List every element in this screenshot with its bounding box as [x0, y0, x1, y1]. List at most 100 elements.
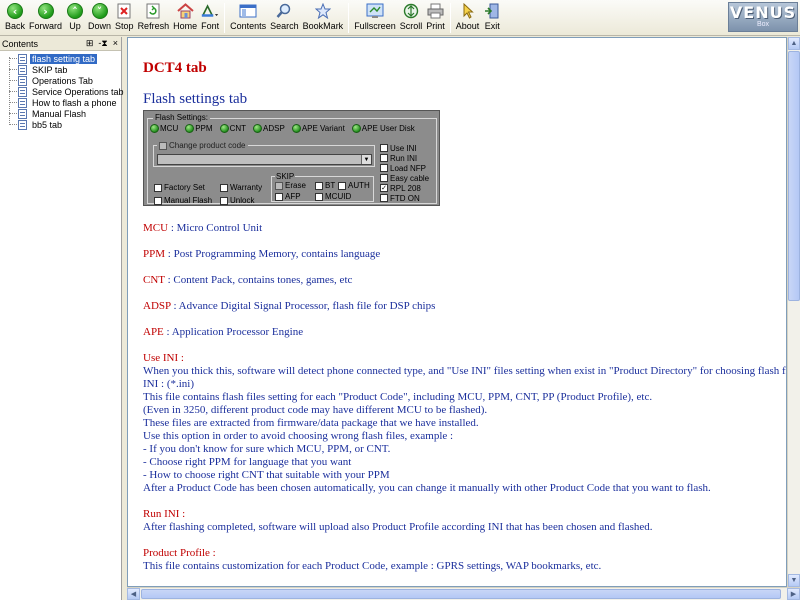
scroll-up-icon[interactable]: ▲	[788, 37, 800, 50]
home-icon	[176, 3, 194, 19]
status-dot-icon	[351, 124, 361, 133]
pane-close-icon[interactable]: ×	[113, 38, 118, 49]
tree-item-flash-setting-tab[interactable]: flash setting tab	[0, 53, 121, 64]
definition-adsp: ADSP : Advance Digital Signal Processor,…	[143, 300, 786, 313]
erase-label: Erase	[285, 181, 306, 190]
product-code-select: ▼	[157, 154, 372, 165]
product-profile-section: Product Profile : This file contains cus…	[143, 547, 786, 573]
checkbox-icon	[338, 181, 346, 190]
afp-label: AFP	[285, 192, 301, 201]
page-icon	[18, 75, 27, 86]
tree-item-label: SKIP tab	[32, 64, 68, 75]
definition-mcu: MCU : Micro Control Unit	[143, 222, 786, 235]
definition-term: ADSP	[143, 300, 171, 312]
flash-settings-screenshot: Flash Settings: MCU PPM CNT ADSP APE Var…	[143, 110, 440, 206]
up-label: Up	[69, 21, 81, 31]
horizontal-scroll-thumb[interactable]	[141, 589, 781, 599]
scroll-button[interactable]: Scroll	[398, 0, 425, 34]
warranty-label: Warranty	[230, 183, 263, 192]
down-button[interactable]: ˅ Down	[86, 0, 113, 34]
tree-item-label: Operations Tab	[32, 75, 93, 86]
tree-item-operations-tab[interactable]: Operations Tab	[0, 75, 121, 86]
toolbar-separator	[224, 3, 226, 33]
definition-term: CNT	[143, 274, 165, 286]
search-label: Search	[270, 21, 299, 31]
option-label: Easy cable	[390, 173, 430, 183]
toolbar-separator	[449, 3, 451, 33]
tree-item-manual-flash[interactable]: Manual Flash	[0, 108, 121, 119]
warranty-option: Warranty	[220, 183, 262, 192]
option-label: APE Variant	[301, 124, 345, 133]
font-label: Font	[201, 21, 220, 31]
tree-item-label: How to flash a phone	[32, 97, 117, 108]
about-button[interactable]: About	[454, 0, 482, 34]
option-label: Use INI	[390, 143, 417, 153]
checkbox-icon	[380, 194, 388, 202]
use-ini-option: Use INI	[380, 143, 436, 153]
text-line: - If you don't know for sure which MCU, …	[143, 443, 391, 455]
contents-button[interactable]: Contents	[228, 0, 268, 34]
tree-item-how-to-flash[interactable]: How to flash a phone	[0, 97, 121, 108]
pane-pin-icon[interactable]: -⧗	[98, 38, 107, 49]
tree-item-label: Manual Flash	[32, 108, 87, 119]
text-line: This file contains flash files setting f…	[143, 391, 653, 403]
venus-logo: VENUS Box	[728, 2, 798, 32]
scroll-label: Scroll	[399, 21, 423, 31]
print-button[interactable]: Print	[424, 0, 447, 34]
vertical-scroll-thumb[interactable]	[788, 51, 800, 301]
back-button[interactable]: ‹ Back	[3, 0, 27, 34]
skip-legend: SKIP	[275, 172, 296, 181]
font-icon	[201, 4, 219, 17]
text-line: INI : (*.ini)	[143, 378, 195, 390]
horizontal-scrollbar[interactable]: ◀ ▶	[127, 587, 800, 600]
pane-menu-icon[interactable]: ⊞	[86, 38, 94, 49]
pointer-icon	[463, 3, 474, 19]
fullscreen-button[interactable]: Fullscreen	[352, 0, 398, 34]
checkbox-icon	[220, 183, 228, 192]
product-profile-title: Product Profile :	[143, 547, 216, 559]
definition-desc: : Advance Digital Signal Processor, flas…	[170, 300, 436, 312]
option-adsp: ADSP	[253, 124, 285, 133]
print-label: Print	[426, 21, 445, 31]
scroll-right-icon[interactable]: ▶	[787, 588, 800, 600]
vertical-scrollbar[interactable]: ▲ ▼	[787, 37, 800, 587]
refresh-button[interactable]: Refresh	[136, 0, 172, 34]
stop-button[interactable]: Stop	[113, 0, 136, 34]
text-line: - Choose right PPM for language that you…	[143, 456, 352, 468]
checkbox-icon	[315, 181, 323, 190]
page-icon	[18, 108, 27, 119]
fullscreen-label: Fullscreen	[354, 21, 396, 31]
font-button[interactable]: Font	[199, 0, 221, 34]
checkmark-icon: ✓	[380, 184, 388, 192]
about-label: About	[455, 21, 480, 31]
contents-pane-header: Contents ⊞ -⧗ ×	[0, 37, 121, 51]
home-button[interactable]: Home	[171, 0, 199, 34]
exit-button[interactable]: Exit	[481, 0, 503, 34]
scroll-left-icon[interactable]: ◀	[127, 588, 140, 600]
auth-label: AUTH	[348, 181, 370, 190]
tree-item-label: Service Operations tab	[32, 86, 124, 97]
tree-item-bb5-tab[interactable]: bb5 tab	[0, 119, 121, 130]
mcuid-option: MCUID	[315, 192, 351, 201]
auth-option: AUTH	[338, 181, 370, 190]
definition-desc: : Micro Control Unit	[168, 222, 263, 234]
option-cnt: CNT	[219, 124, 246, 133]
factory-set-option: Factory Set	[154, 183, 205, 192]
option-label: MCU	[160, 124, 179, 133]
search-icon	[276, 3, 291, 18]
search-button[interactable]: Search	[268, 0, 301, 34]
option-label: ADSP	[263, 124, 285, 133]
tree-item-service-operations-tab[interactable]: Service Operations tab	[0, 86, 124, 97]
scroll-down-icon[interactable]: ▼	[788, 574, 800, 587]
brand-sub: Box	[756, 21, 770, 28]
up-button[interactable]: ˄ Up	[64, 0, 86, 34]
change-product-code-legend: Change product code	[157, 141, 248, 150]
contents-label: Contents	[230, 21, 267, 31]
tree-item-label: flash setting tab	[30, 53, 98, 64]
forward-button[interactable]: › Forward	[27, 0, 64, 34]
exit-label: Exit	[484, 21, 500, 31]
bookmark-button[interactable]: BookMark	[301, 0, 346, 34]
checkbox-icon	[380, 174, 388, 182]
down-label: Down	[88, 21, 112, 31]
tree-item-skip-tab[interactable]: SKIP tab	[0, 64, 121, 75]
